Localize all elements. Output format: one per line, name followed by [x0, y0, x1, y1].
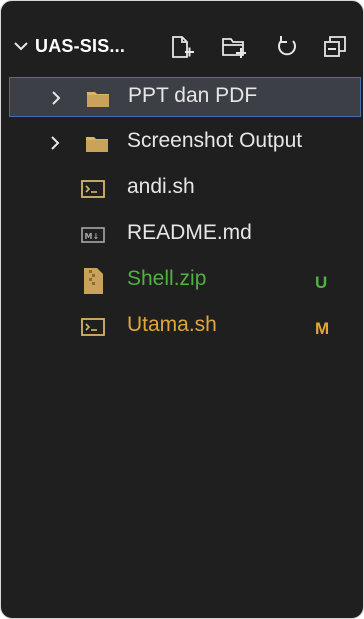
tree-item-readme-md[interactable]: M↓ README.md [9, 215, 361, 255]
git-status-badge: M [315, 319, 330, 338]
new-file-icon[interactable] [169, 34, 195, 60]
explorer-panel: UAS-SIS... PPT dan PDF Screenshot Output… [0, 0, 364, 619]
terminal-file-icon [81, 318, 105, 336]
tree-item-andi-sh[interactable]: andi.sh [9, 169, 361, 209]
terminal-file-icon [81, 180, 105, 198]
folder-icon [87, 92, 109, 107]
tree-item-shell-zip[interactable]: Shell.zip U [9, 261, 361, 301]
tree-item-screenshot-output[interactable]: Screenshot Output [9, 123, 361, 163]
tree-item-utama-sh[interactable]: Utama.sh M [9, 307, 361, 347]
tree-item-label: Screenshot Output [127, 129, 303, 152]
git-status-badge: U [315, 273, 328, 292]
explorer-title[interactable]: UAS-SIS... [35, 36, 125, 57]
explorer-header: UAS-SIS... [1, 28, 363, 70]
new-folder-icon[interactable] [221, 34, 247, 60]
tree-item-label: andi.sh [127, 175, 195, 198]
svg-text:M↓: M↓ [85, 232, 100, 241]
tree-item-ppt-dan-pdf[interactable]: PPT dan PDF [9, 77, 361, 117]
collapse-all-icon[interactable] [322, 34, 348, 60]
tree-item-label: Shell.zip [127, 267, 207, 290]
refresh-icon[interactable] [274, 34, 300, 60]
tree-item-label: README.md [127, 221, 252, 244]
tree-item-label: PPT dan PDF [128, 84, 258, 107]
folder-icon [86, 137, 108, 152]
chevron-right-icon[interactable] [48, 90, 64, 106]
chevron-down-icon[interactable] [12, 37, 30, 55]
tree-item-label: Utama.sh [127, 313, 217, 336]
zip-file-icon [84, 268, 103, 294]
chevron-right-icon[interactable] [47, 135, 63, 151]
markdown-file-icon: M↓ [81, 227, 105, 243]
